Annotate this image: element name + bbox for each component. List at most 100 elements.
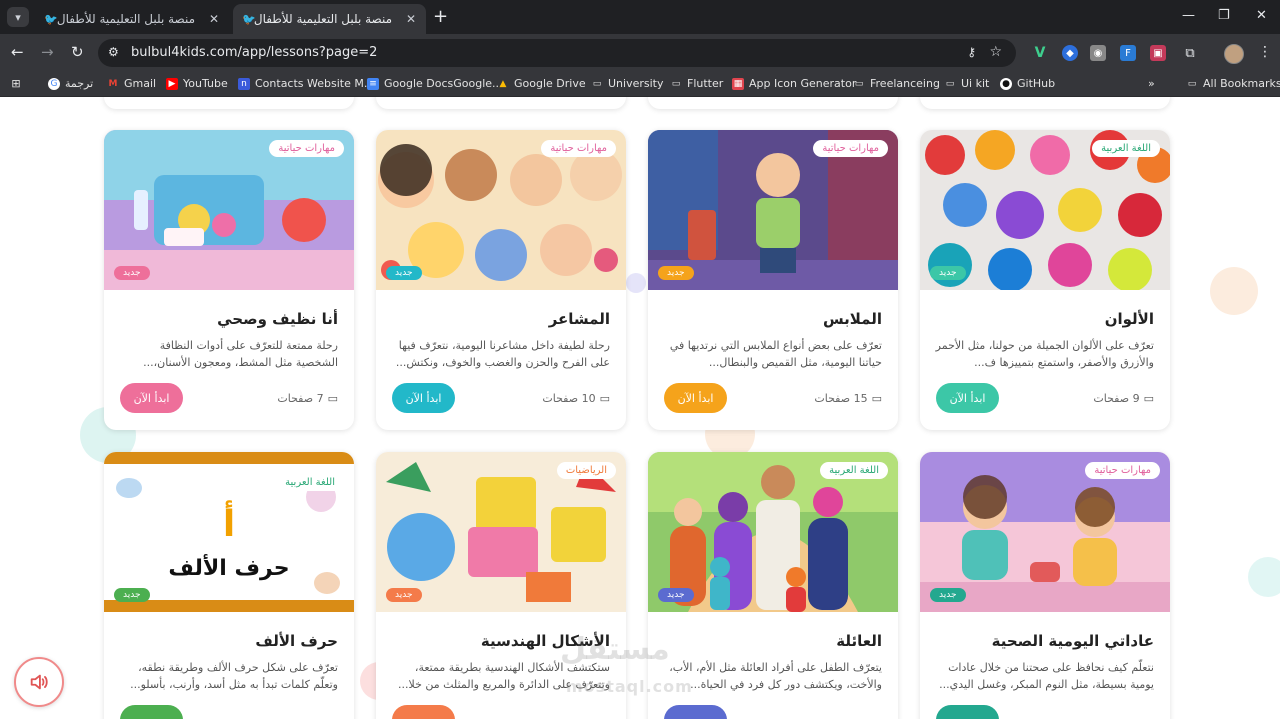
url-text[interactable]: bulbul4kids.com/app/lessons?page=2 bbox=[131, 45, 377, 60]
gmail-icon: M bbox=[108, 78, 118, 89]
lesson-title: الألوان bbox=[1104, 310, 1154, 328]
page-count: ▭ 10 صفحات bbox=[542, 392, 610, 405]
tab-search-button[interactable]: ▾ bbox=[7, 7, 29, 27]
start-now-button[interactable] bbox=[664, 705, 727, 719]
forward-button[interactable]: → bbox=[41, 43, 54, 61]
bookmark-all-bookmarks[interactable]: ▭ All Bookmarks bbox=[1186, 77, 1280, 90]
lesson-description: نتعلّم كيف نحافظ على صحتنا من خلال عادات… bbox=[939, 661, 1154, 691]
apps-grid-icon[interactable]: ⊞ bbox=[10, 77, 22, 90]
folder-icon: ▭ bbox=[1187, 78, 1197, 89]
new-badge: جديد bbox=[114, 588, 150, 602]
bookmarks-overflow-icon[interactable]: » bbox=[1148, 77, 1155, 90]
bookmark-star-icon[interactable]: ☆ bbox=[989, 44, 1002, 60]
lesson-card[interactable]: اللغة العربية جديد الألوان تعرّف على الأ… bbox=[920, 130, 1170, 430]
start-now-button[interactable]: ابدأ الآن bbox=[664, 383, 727, 413]
category-badge: الرياضيات bbox=[556, 462, 616, 479]
bookmark-app-icon-generator[interactable]: ▦ App Icon Generator bbox=[732, 77, 856, 90]
maximize-button[interactable]: ❐ bbox=[1218, 8, 1230, 23]
audio-toggle-button[interactable] bbox=[14, 657, 64, 707]
lesson-card[interactable]: مهارات حياتية جديد الملابس تعرّف على بعض… bbox=[648, 130, 898, 430]
lesson-thumbnail: اللغة العربية جديد bbox=[920, 130, 1170, 290]
lessons-page: مهارات حياتية جديد أنا نظيف وصحي رحلة مم… bbox=[0, 97, 1280, 719]
bookmark-translate[interactable]: G ترجمة bbox=[48, 77, 93, 90]
page-count: ▭ 7 صفحات bbox=[277, 392, 338, 405]
bookmark-contacts[interactable]: n Contacts Website M... bbox=[238, 77, 374, 90]
lesson-title: أنا نظيف وصحي bbox=[217, 310, 338, 328]
folder-icon: ▭ bbox=[592, 78, 602, 89]
extensions-puzzle-icon[interactable]: ⧉ bbox=[1182, 45, 1198, 61]
new-badge: جديد bbox=[386, 266, 422, 280]
category-badge: مهارات حياتية bbox=[813, 140, 888, 157]
close-tab-icon[interactable]: ✕ bbox=[406, 12, 416, 26]
github-icon: ● bbox=[1000, 77, 1012, 90]
lesson-thumbnail: أ حرف الألف اللغة العربية جديد bbox=[104, 452, 354, 612]
site-info-icon[interactable]: ⚙ bbox=[108, 45, 122, 59]
decor-blob bbox=[626, 273, 646, 293]
letter-glyph: أ bbox=[222, 504, 236, 545]
tab-bar: ▾ 🐦 منصة بلبل التعليمية للأطفال ✕ 🐦 منصة… bbox=[0, 0, 1280, 34]
close-tab-icon[interactable]: ✕ bbox=[209, 12, 219, 26]
lesson-card[interactable]: مهارات حياتية جديد عاداتي اليومية الصحية… bbox=[920, 452, 1170, 719]
bookmark-youtube[interactable]: ▶ YouTube bbox=[166, 77, 228, 90]
start-now-button[interactable] bbox=[392, 705, 455, 719]
bookmark-freelanceing[interactable]: ▭ Freelanceing bbox=[853, 77, 940, 90]
extension-ethereum-icon[interactable]: ◆ bbox=[1062, 45, 1078, 61]
card-partial bbox=[648, 97, 898, 109]
lesson-card[interactable]: مهارات حياتية جديد المشاعر رحلة لطيفة دا… bbox=[376, 130, 626, 430]
lesson-title: عاداتي اليومية الصحية bbox=[991, 632, 1154, 650]
category-badge: اللغة العربية bbox=[276, 474, 344, 491]
start-now-button[interactable]: ابدأ الآن bbox=[120, 383, 183, 413]
password-key-icon[interactable]: ⚷ bbox=[967, 45, 976, 59]
menu-kebab-icon[interactable]: ⋮ bbox=[1258, 44, 1272, 60]
new-tab-button[interactable]: + bbox=[433, 8, 448, 26]
start-now-button[interactable] bbox=[936, 705, 999, 719]
google-icon: G bbox=[48, 77, 60, 90]
close-window-button[interactable]: ✕ bbox=[1256, 8, 1267, 23]
bookmark-google-docs[interactable]: ≡ Google DocsGoogle... bbox=[367, 77, 503, 90]
bookmark-university[interactable]: ▭ University bbox=[591, 77, 664, 90]
bookmark-google-drive[interactable]: ▲ Google Drive bbox=[497, 77, 586, 90]
category-badge: اللغة العربية bbox=[1092, 140, 1160, 157]
start-now-button[interactable] bbox=[120, 705, 183, 719]
lesson-card[interactable]: مهارات حياتية جديد أنا نظيف وصحي رحلة مم… bbox=[104, 130, 354, 430]
lesson-thumbnail: الرياضيات جديد bbox=[376, 452, 626, 612]
bookmark-github[interactable]: ● GitHub bbox=[1000, 77, 1055, 90]
lesson-card[interactable]: أ حرف الألف اللغة العربية جديد حرف الألف… bbox=[104, 452, 354, 719]
start-now-button[interactable]: ابدأ الآن bbox=[392, 383, 455, 413]
back-button[interactable]: ← bbox=[11, 43, 24, 61]
book-icon: ▭ bbox=[599, 392, 610, 405]
docs-icon: ≡ bbox=[367, 77, 379, 90]
start-now-button[interactable]: ابدأ الآن bbox=[936, 383, 999, 413]
drive-icon: ▲ bbox=[499, 78, 507, 89]
extension-screen-icon[interactable]: ▣ bbox=[1150, 45, 1166, 61]
folder-icon: ▭ bbox=[671, 78, 681, 89]
address-bar[interactable]: ⚙ bulbul4kids.com/app/lessons?page=2 ⚷ ☆ bbox=[98, 39, 1016, 67]
browser-tab-1[interactable]: 🐦 منصة بلبل التعليمية للأطفال ✕ bbox=[35, 4, 229, 34]
decor-blob bbox=[1248, 557, 1280, 597]
watermark-logo: مستقل bbox=[560, 632, 670, 667]
book-icon: ▭ bbox=[327, 392, 338, 405]
reload-button[interactable]: ↻ bbox=[71, 43, 84, 61]
browser-tab-2[interactable]: 🐦 منصة بلبل التعليمية للأطفال ✕ bbox=[233, 4, 426, 34]
bookmark-flutter[interactable]: ▭ Flutter bbox=[670, 77, 724, 90]
profile-avatar[interactable] bbox=[1224, 44, 1244, 64]
extension-camera-icon[interactable]: ◉ bbox=[1090, 45, 1106, 61]
lesson-thumbnail: مهارات حياتية جديد bbox=[104, 130, 354, 290]
bookmark-gmail[interactable]: M Gmail bbox=[107, 77, 157, 90]
card-partial bbox=[376, 97, 626, 109]
lesson-thumbnail: مهارات حياتية جديد bbox=[920, 452, 1170, 612]
new-badge: جديد bbox=[658, 588, 694, 602]
letter-word: حرف الألف bbox=[168, 556, 290, 581]
lesson-thumbnail: مهارات حياتية جديد bbox=[648, 130, 898, 290]
lesson-title: حرف الألف bbox=[255, 632, 338, 650]
minimize-button[interactable]: — bbox=[1182, 8, 1195, 23]
extension-fi-icon[interactable]: F bbox=[1120, 45, 1136, 61]
card-partial bbox=[920, 97, 1170, 109]
contacts-icon: n bbox=[238, 77, 250, 90]
browser-toolbar: ← → ↻ ⚙ bulbul4kids.com/app/lessons?page… bbox=[0, 34, 1280, 72]
category-badge: اللغة العربية bbox=[820, 462, 888, 479]
bookmark-ui-kit[interactable]: ▭ Ui kit bbox=[944, 77, 990, 90]
category-badge: مهارات حياتية bbox=[269, 140, 344, 157]
page-count: ▭ 15 صفحات bbox=[814, 392, 882, 405]
extension-v-icon[interactable]: V bbox=[1032, 45, 1048, 61]
